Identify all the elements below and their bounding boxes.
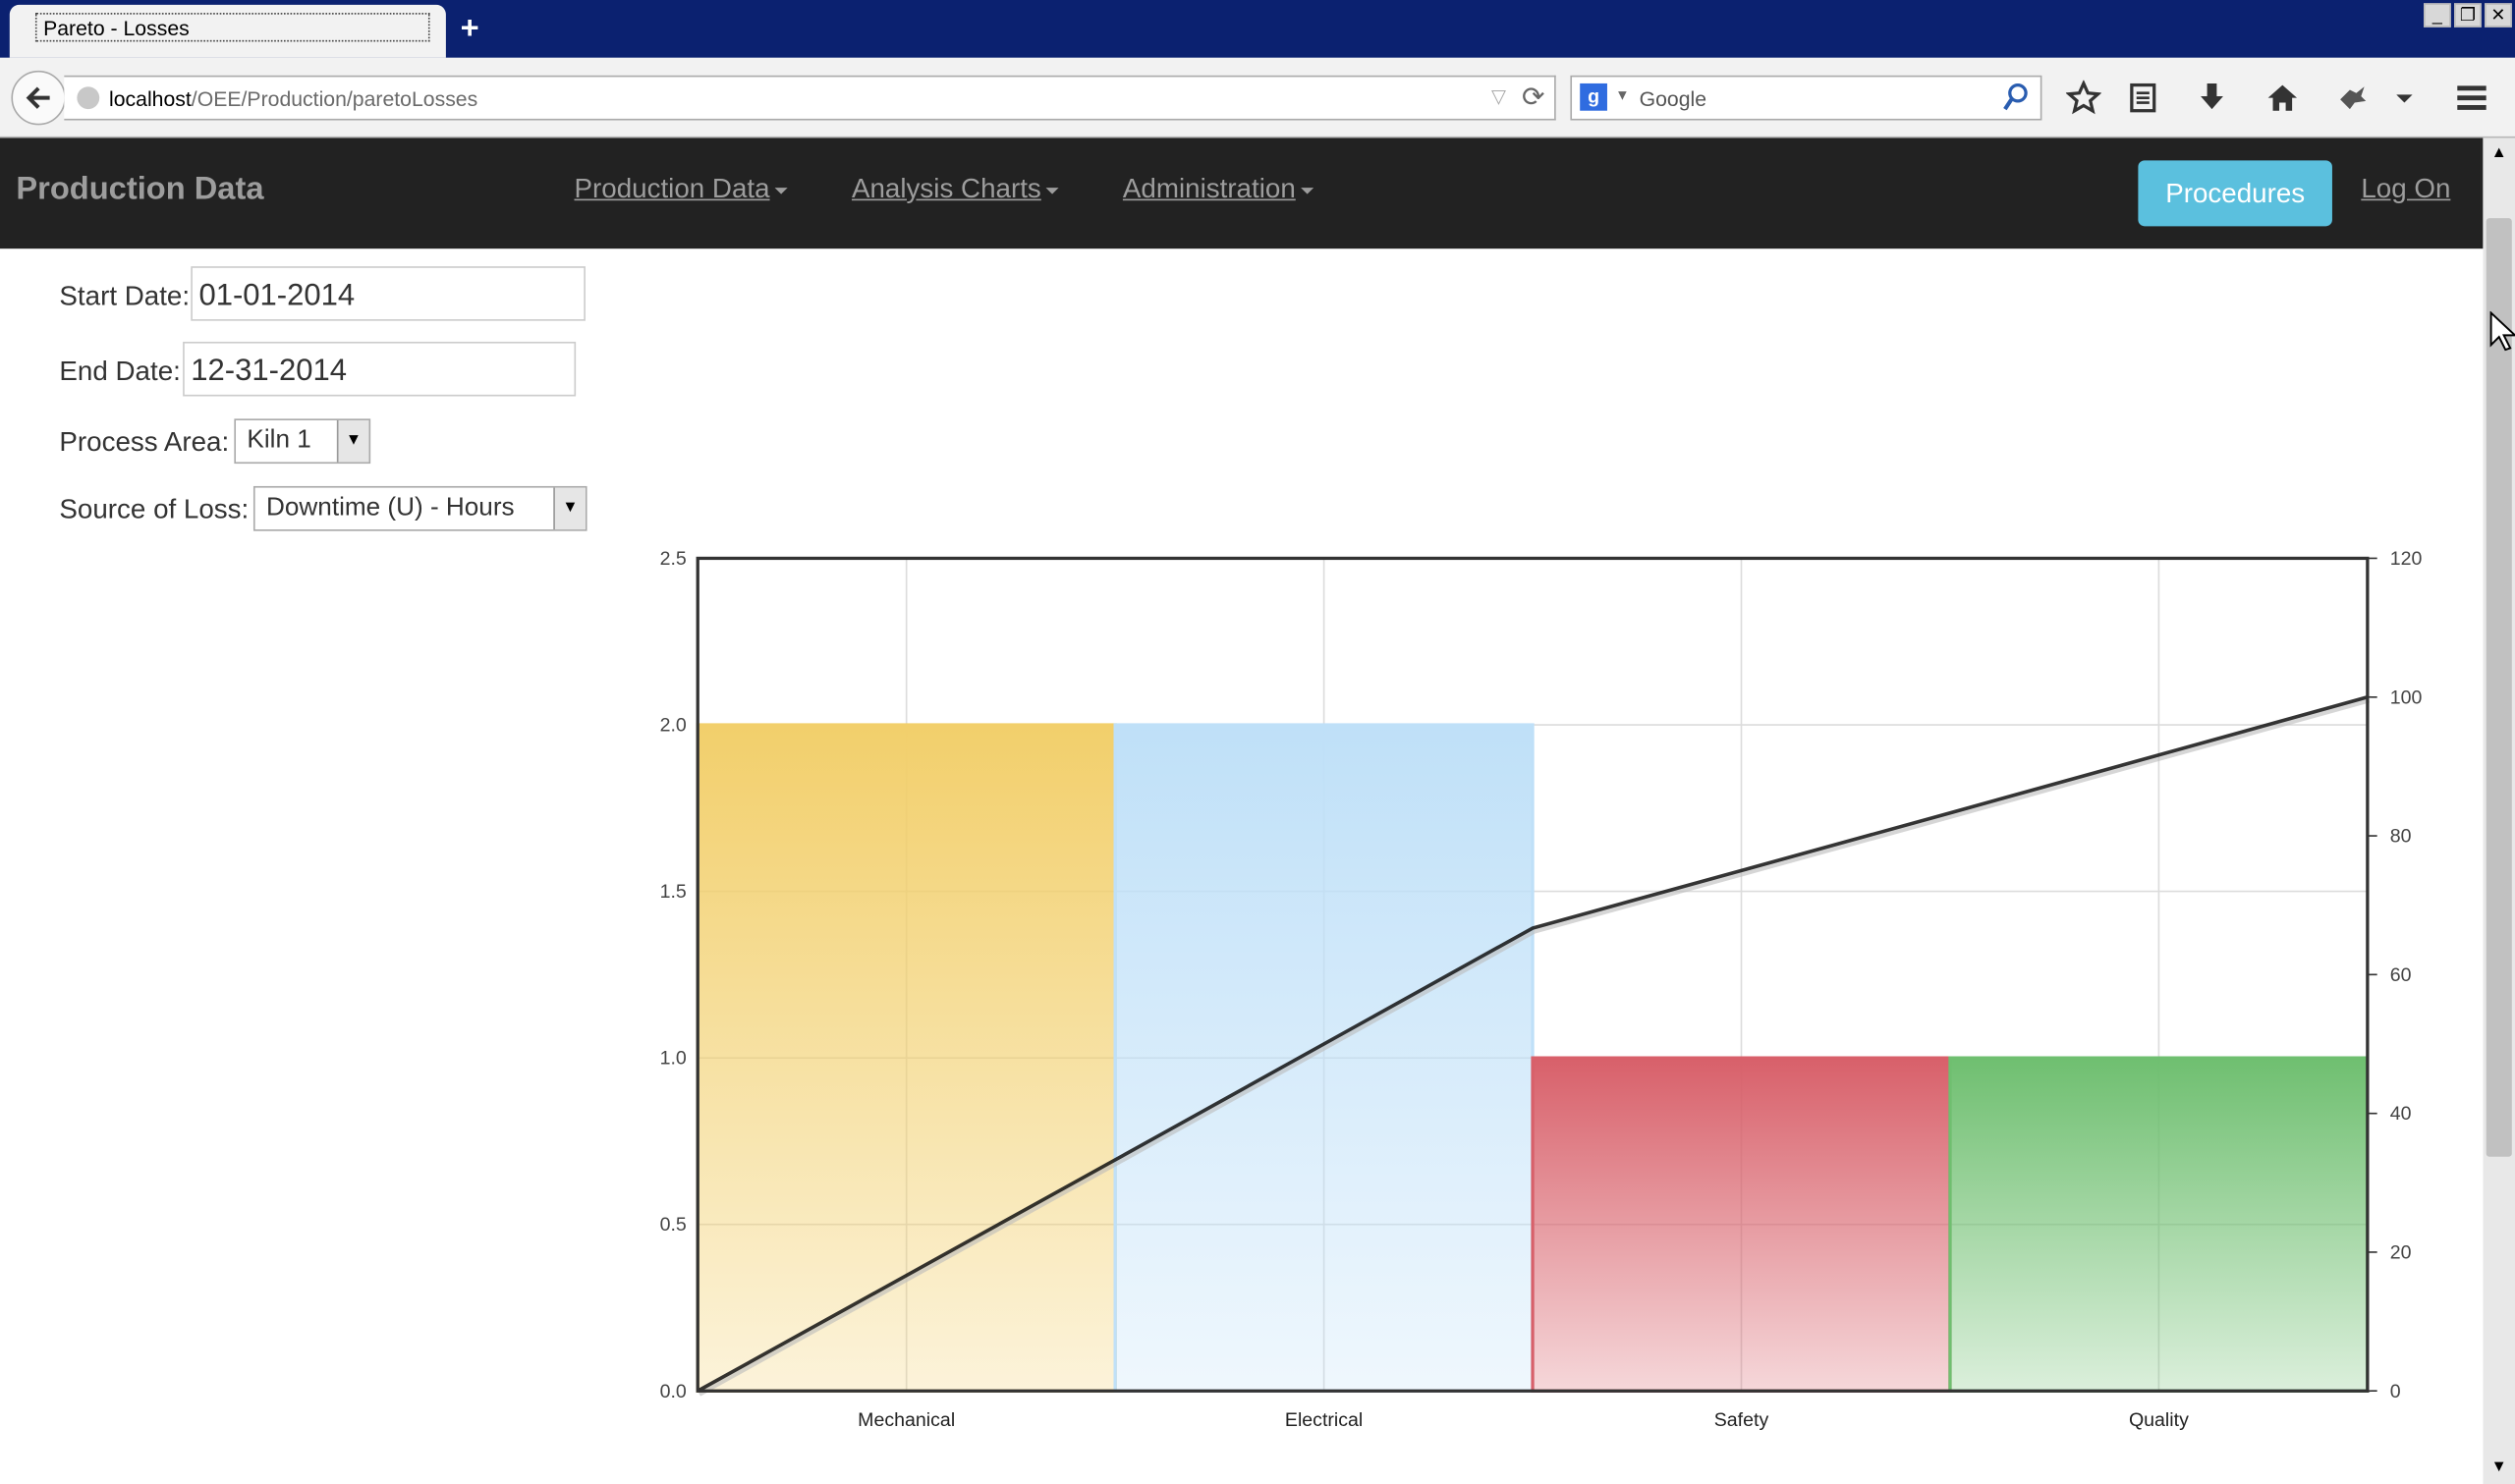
y-right-tick-label: 100	[2390, 687, 2423, 708]
source-of-loss-value: Downtime (U) - Hours	[266, 494, 515, 522]
scroll-up-icon[interactable]: ▲	[2483, 137, 2515, 170]
window-title-bar: Pareto - Losses + _ ❐ ✕	[0, 0, 2515, 58]
x-category-label: Mechanical	[858, 1409, 955, 1431]
caret-down-icon	[1045, 187, 1059, 193]
log-on-link[interactable]: Log On	[2361, 173, 2450, 205]
search-bar[interactable]: g ▼ Google	[1570, 75, 2042, 122]
addon-dropdown-icon[interactable]	[2385, 79, 2424, 117]
magnifier-icon[interactable]	[2002, 82, 2031, 122]
end-date-label: End Date:	[59, 356, 181, 387]
y-right-tick-label: 20	[2390, 1241, 2412, 1263]
download-icon[interactable]	[2193, 79, 2231, 117]
bar-mechanical	[696, 723, 1117, 1393]
star-icon[interactable]	[2064, 79, 2102, 117]
menu-icon[interactable]	[2452, 79, 2490, 117]
reload-icon[interactable]: ⟳	[1522, 82, 1544, 114]
url-host: localhost	[109, 86, 192, 111]
scroll-down-icon[interactable]: ▼	[2483, 1452, 2515, 1484]
source-of-loss-select[interactable]: Downtime (U) - Hours ▼	[252, 485, 587, 531]
close-button[interactable]: ✕	[2485, 3, 2512, 27]
y-left-tick-label: 1.0	[660, 1048, 687, 1070]
menu-analysis-charts[interactable]: Analysis Charts	[852, 173, 1059, 205]
site-brand[interactable]: Production Data	[16, 172, 263, 209]
process-area-label: Process Area:	[59, 426, 230, 458]
url-text: localhost/OEE/Production/paretoLosses	[109, 86, 477, 111]
back-button[interactable]	[11, 70, 66, 126]
x-category-label: Electrical	[1285, 1409, 1363, 1431]
menu-production-data[interactable]: Production Data	[575, 173, 788, 205]
process-area-select[interactable]: Kiln 1 ▼	[234, 418, 371, 465]
process-area-value: Kiln 1	[247, 426, 311, 455]
restore-button[interactable]: ❐	[2454, 3, 2482, 27]
url-history-dropdown-icon[interactable]: ▽	[1491, 85, 1506, 108]
navigation-toolbar: localhost/OEE/Production/paretoLosses ▽ …	[0, 57, 2515, 138]
x-category-label: Safety	[1714, 1409, 1769, 1431]
menu-administration[interactable]: Administration	[1123, 173, 1313, 205]
y-left-tick-label: 0.5	[660, 1214, 687, 1236]
dropdown-arrow-icon[interactable]: ▼	[553, 487, 586, 530]
y-left-tick-label: 2.0	[660, 715, 687, 737]
new-tab-button[interactable]: +	[461, 11, 479, 46]
dropdown-arrow-icon[interactable]: ▼	[336, 419, 369, 463]
y-right-tick-label: 120	[2390, 548, 2423, 570]
home-icon[interactable]	[2264, 79, 2302, 117]
y-left-tick-label: 1.5	[660, 881, 687, 903]
y-right-tick-label: 40	[2390, 1103, 2412, 1125]
bar-quality	[1948, 1056, 2370, 1393]
mouse-cursor-icon	[2489, 310, 2515, 361]
minimize-button[interactable]: _	[2424, 3, 2451, 27]
address-bar[interactable]: localhost/OEE/Production/paretoLosses ▽ …	[64, 75, 1556, 121]
bar-electrical	[1113, 723, 1535, 1393]
y-right-tick-label: 80	[2390, 826, 2412, 848]
browser-tab[interactable]: Pareto - Losses	[9, 4, 446, 58]
reading-list-icon[interactable]	[2124, 79, 2162, 117]
globe-icon	[77, 86, 100, 110]
source-of-loss-label: Source of Loss:	[59, 494, 250, 525]
caret-down-icon	[1300, 187, 1313, 193]
search-engine-caret-icon[interactable]: ▼	[1615, 86, 1630, 102]
y-right-tick-label: 60	[2390, 964, 2412, 986]
end-date-input[interactable]	[183, 341, 577, 397]
menu-administration-label: Administration	[1122, 173, 1296, 204]
url-path: /OEE/Production/paretoLosses	[191, 86, 478, 111]
y-left-tick-label: 0.0	[660, 1381, 687, 1402]
y-right-tick-label: 0	[2390, 1381, 2401, 1402]
start-date-label: Start Date:	[59, 280, 191, 311]
pareto-chart: 0.0 0.5 1.0 1.5 2.0 2.5 0 20 40 60 80 100 120 Mechani…	[660, 548, 2423, 1431]
start-date-input[interactable]	[191, 266, 586, 321]
google-icon[interactable]: g	[1580, 82, 1607, 111]
y-left-tick-label: 2.5	[660, 548, 687, 570]
x-category-label: Quality	[2129, 1409, 2189, 1431]
procedures-button[interactable]: Procedures	[2138, 160, 2332, 227]
addon-icon[interactable]	[2334, 79, 2373, 117]
screen: Pareto - Losses + _ ❐ ✕ localhost/OEE/Pr…	[0, 0, 2515, 1484]
bar-safety	[1531, 1056, 1952, 1393]
caret-down-icon	[774, 187, 788, 193]
menu-analysis-charts-label: Analysis Charts	[851, 173, 1041, 204]
menu-production-data-label: Production Data	[574, 173, 770, 204]
back-arrow-icon	[26, 86, 50, 109]
search-input[interactable]: Google	[1640, 86, 1706, 111]
site-navbar: Production Data Production Data Analysis…	[0, 137, 2484, 249]
tab-title: Pareto - Losses	[34, 13, 430, 42]
